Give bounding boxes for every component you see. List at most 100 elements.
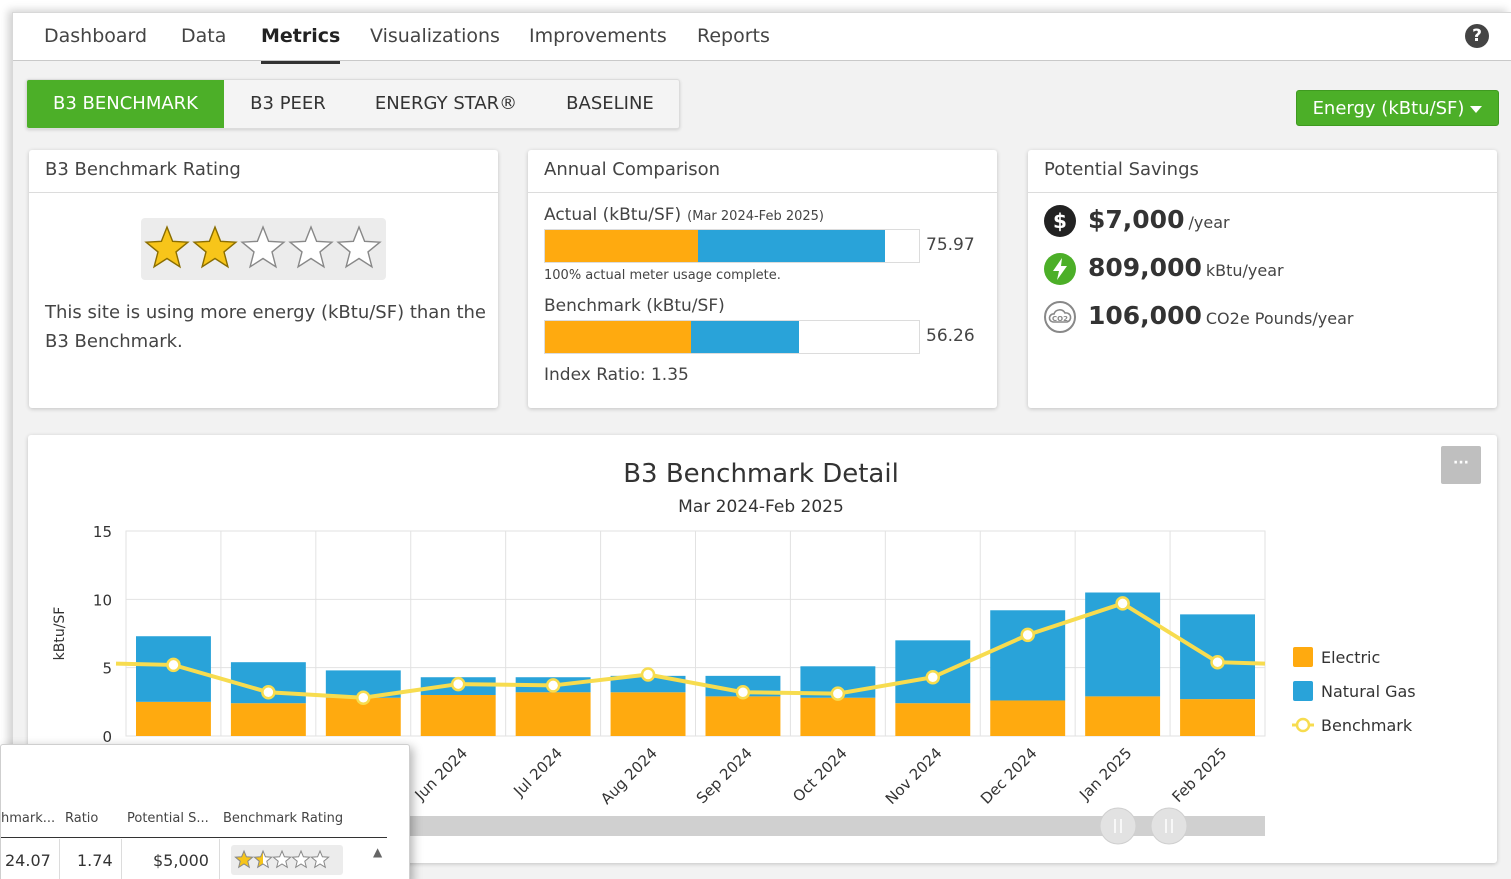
benchmark-point	[925, 669, 941, 685]
subtab-energy-star[interactable]: ENERGY STAR®	[352, 80, 540, 128]
range-slider-handle-left	[1099, 807, 1137, 845]
col-divider	[219, 839, 220, 879]
benchmark-point	[1020, 627, 1035, 643]
caret-down-icon	[1470, 105, 1483, 113]
x-tick-label: Aug 2024	[597, 744, 661, 808]
help-icon[interactable]: ?	[1465, 24, 1489, 48]
col-divider	[59, 839, 60, 879]
actual-electric-segment	[545, 230, 699, 262]
co2-amount: 106,000	[1088, 301, 1202, 330]
dollar-icon: $	[1044, 205, 1076, 237]
energy-amount: 809,000	[1088, 253, 1202, 282]
dollars-unit: /year	[1188, 213, 1230, 232]
bar-electric	[420, 695, 496, 736]
star-empty-icon	[336, 225, 382, 269]
star-empty-icon	[288, 225, 334, 269]
bar-electric	[1180, 699, 1255, 736]
resize-handle-icon: =	[754, 861, 767, 863]
x-tick-label: Jun 2024	[411, 744, 471, 804]
col-potential-savings-header[interactable]: Potential S...	[127, 811, 209, 826]
x-tick-label: Jul 2024	[509, 744, 566, 801]
y-tick-label: 15	[93, 523, 112, 541]
potential-savings-card: Potential Savings $ $7,000/year 809,000 k…	[1028, 150, 1497, 408]
tab-data[interactable]: Data	[181, 25, 226, 61]
y-tick-label: 5	[102, 660, 112, 678]
subtab-b3-benchmark[interactable]: B3 BENCHMARK	[27, 80, 224, 128]
bar-electric	[515, 692, 591, 736]
tab-improvements[interactable]: Improvements	[529, 25, 667, 61]
table-star-icon	[234, 849, 254, 869]
chart-subtitle: Mar 2024-Feb 2025	[678, 497, 844, 517]
col-ratio-header[interactable]: Ratio	[65, 811, 98, 826]
benchmark-point	[450, 676, 466, 692]
lightning-icon	[1044, 253, 1076, 285]
y-tick-label: 10	[93, 591, 112, 609]
benchmark-point	[640, 667, 656, 682]
benchmark-point	[1115, 596, 1130, 611]
bar-electric	[136, 701, 211, 736]
bar-electric	[1085, 696, 1161, 736]
table-star-icon	[253, 849, 273, 869]
savings-dollars-value: $7,000/year	[1088, 205, 1230, 234]
rating-card: B3 Benchmark Rating This site is using m…	[29, 150, 498, 408]
table-header-divider	[1, 837, 387, 838]
legend-swatch	[1293, 647, 1313, 667]
co2-unit: CO2e Pounds/year	[1205, 309, 1354, 328]
energy-unit-label: Energy (kBtu/SF)	[1312, 98, 1465, 119]
rating-description: This site is using more energy (kBtu/SF)…	[45, 302, 486, 352]
range-slider-handle-right	[1150, 807, 1188, 845]
benchmark-point	[261, 685, 276, 700]
top-nav: Dashboard Data Metrics Visualizations Im…	[13, 13, 1511, 64]
legend-label: Natural Gas	[1321, 682, 1416, 701]
tab-visualizations[interactable]: Visualizations	[370, 25, 500, 61]
cell-ratio: 1.74	[77, 851, 113, 870]
scroll-up-icon[interactable]: ▲	[373, 845, 382, 859]
cell-potential-savings: $5,000	[153, 851, 209, 870]
tab-reports[interactable]: Reports	[697, 25, 770, 61]
actual-value: 75.97	[926, 235, 975, 255]
col-benchmark-header[interactable]: hmark...	[1, 811, 55, 826]
bar-natural-gas	[990, 610, 1066, 701]
col-benchmark-rating-header[interactable]: Benchmark Rating	[223, 811, 343, 826]
tab-dashboard[interactable]: Dashboard	[44, 25, 147, 61]
benchmark-gas-segment	[690, 321, 800, 353]
subtab-baseline[interactable]: BASELINE	[540, 80, 680, 128]
actual-label: Actual (kBtu/SF) (Mar 2024-Feb 2025)	[544, 205, 824, 225]
x-tick-label: Oct 2024	[789, 744, 850, 805]
energy-unit: kBtu/year	[1205, 261, 1284, 280]
y-axis-label: kBtu/SF	[52, 607, 68, 661]
rating-card-title: B3 Benchmark Rating	[29, 150, 498, 193]
actual-period: (Mar 2024-Feb 2025)	[687, 209, 824, 224]
energy-unit-dropdown[interactable]: Energy (kBtu/SF)	[1296, 90, 1499, 126]
benchmark-point	[735, 685, 751, 700]
index-ratio: Index Ratio: 1.35	[544, 365, 689, 385]
star-filled-icon	[144, 225, 190, 269]
x-tick-label: Feb 2025	[1168, 744, 1230, 806]
legend-label: Benchmark	[1321, 716, 1413, 735]
star-empty-icon	[240, 225, 286, 269]
savings-co2-value: 106,000 CO2e Pounds/year	[1088, 301, 1353, 330]
benchmark-value: 56.26	[926, 326, 975, 346]
bar-electric	[800, 697, 876, 736]
benchmark-label: Benchmark (kBtu/SF)	[544, 296, 725, 316]
bar-electric	[895, 703, 971, 736]
bar-electric	[705, 696, 781, 736]
legend-swatch	[1293, 681, 1313, 701]
subtab-b3-peer[interactable]: B3 PEER	[224, 80, 352, 128]
benchmark-point	[166, 657, 181, 673]
actual-bar	[544, 229, 920, 263]
tab-metrics[interactable]: Metrics	[261, 25, 341, 64]
table-star-icon	[291, 849, 311, 869]
x-tick-label: Dec 2024	[977, 744, 1041, 808]
benchmark-electric-segment	[545, 321, 691, 353]
legend-marker	[1295, 717, 1311, 733]
savings-energy-value: 809,000 kBtu/year	[1088, 253, 1284, 282]
x-tick-label: Nov 2024	[882, 744, 946, 808]
legend-label: Electric	[1321, 648, 1380, 667]
chart-title: B3 Benchmark Detail	[623, 459, 899, 489]
star-rating	[141, 218, 386, 280]
dollars-amount: $7,000	[1088, 205, 1185, 234]
sites-table-panel: hmark... Ratio Potential S... Benchmark …	[0, 744, 410, 879]
benchmark-point	[545, 678, 561, 693]
table-star-icon	[272, 849, 292, 869]
